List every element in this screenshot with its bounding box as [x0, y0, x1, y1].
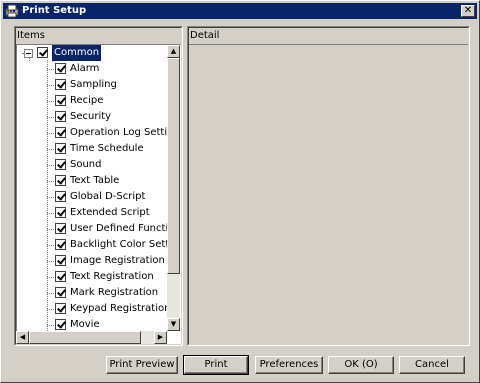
scroll-right-button[interactable]: ▶ [154, 331, 167, 344]
tree-item[interactable]: Global D-Script [17, 189, 167, 205]
tree-item-label: Sampling [70, 79, 117, 90]
print-setup-dialog: Print Setup ✕ Items Common Alarm Sampling… [0, 0, 480, 383]
tree-item[interactable]: User Defined Functions [17, 221, 180, 237]
preferences-button[interactable]: Preferences [255, 356, 323, 374]
item-checkbox[interactable] [55, 159, 66, 170]
item-checkbox[interactable] [55, 79, 66, 90]
tree-connector-item [47, 85, 54, 86]
tree-connector-item [47, 277, 54, 278]
tree-item[interactable]: Operation Log Settings [17, 125, 180, 141]
tree-item[interactable]: Sound [17, 157, 167, 173]
tree-item[interactable]: Extended Script [17, 205, 167, 221]
tree-item-label: Text Registration [70, 271, 154, 282]
tree-connector-item [47, 117, 54, 118]
scroll-thumb-vertical[interactable] [167, 58, 180, 274]
tree-connector-item [47, 325, 54, 326]
item-checkbox[interactable] [55, 95, 66, 106]
item-checkbox[interactable] [55, 223, 66, 234]
scroll-down-button[interactable]: ▼ [167, 318, 180, 331]
tree-item-label: Keypad Registration [70, 303, 171, 314]
tree-connector-item [47, 229, 54, 230]
arrow-up-icon: ▲ [170, 47, 177, 55]
tree-connector-item [47, 197, 54, 198]
items-panel-header: Items [17, 30, 45, 41]
tree-item[interactable]: Backlight Color Settings [17, 237, 180, 253]
tree-item-label: Alarm [70, 63, 100, 74]
tree-connector-item [47, 69, 54, 70]
tree-item[interactable]: Sampling [17, 77, 167, 93]
tree-item[interactable]: Text Table [17, 173, 167, 189]
item-checkbox[interactable] [55, 303, 66, 314]
tree-connector-item [47, 149, 54, 150]
collapse-icon[interactable] [24, 49, 33, 58]
tree-item[interactable]: Recipe [17, 93, 167, 109]
tree-connector-item [47, 133, 54, 134]
item-checkbox[interactable] [55, 271, 66, 282]
items-panel: Items Common Alarm Sampling Recipe Security… [14, 26, 183, 346]
tree-item-label: Mark Registration [70, 287, 159, 298]
tree-connector-item [47, 213, 54, 214]
checkbox-common[interactable] [37, 47, 48, 58]
tree-item[interactable]: Security [17, 109, 167, 125]
tree-item-label: User Defined Functions [70, 223, 181, 234]
item-checkbox[interactable] [55, 143, 66, 154]
tree-connector-item [47, 101, 54, 102]
item-checkbox[interactable] [55, 255, 66, 266]
item-checkbox[interactable] [55, 287, 66, 298]
tree-connector-item [47, 245, 54, 246]
items-tree[interactable]: Common Alarm Sampling Recipe Security Operat… [16, 44, 181, 344]
close-button[interactable]: ✕ [461, 5, 475, 17]
title-bar[interactable]: Print Setup ✕ [3, 3, 477, 19]
tree-item-label: Global D-Script [70, 191, 146, 202]
item-checkbox[interactable] [55, 63, 66, 74]
tree-item-label: Extended Script [70, 207, 150, 218]
detail-panel-header: Detail [190, 30, 220, 41]
print-preview-button[interactable]: Print Preview [106, 356, 178, 374]
item-checkbox[interactable] [55, 111, 66, 122]
tree-item-label: Text Table [70, 175, 120, 186]
tree-item-label: Sound [70, 159, 102, 170]
tree-item-label: Operation Log Settings [70, 127, 181, 138]
tree-item[interactable]: Keypad Registration [17, 301, 171, 317]
item-checkbox[interactable] [55, 191, 66, 202]
tree-connector-item [47, 261, 54, 262]
tree-item-label: Image Registration [70, 255, 165, 266]
scroll-up-button[interactable]: ▲ [167, 45, 180, 58]
close-icon: ✕ [463, 5, 473, 16]
ok-button[interactable]: OK (O) [328, 356, 394, 374]
tree-connector-item [47, 309, 54, 310]
item-checkbox[interactable] [55, 127, 66, 138]
tree-item[interactable]: Time Schedule [17, 141, 167, 157]
tree-item[interactable]: Text Registration [17, 269, 167, 285]
item-checkbox[interactable] [55, 207, 66, 218]
scroll-left-button[interactable]: ◀ [16, 331, 29, 344]
tree-item[interactable]: Alarm [17, 61, 167, 77]
tree-item[interactable]: Image Registration [17, 253, 167, 269]
tree-connector-item [47, 181, 54, 182]
cancel-button[interactable]: Cancel [399, 356, 465, 374]
arrow-left-icon: ◀ [19, 333, 26, 341]
tree-item-label: Recipe [70, 95, 104, 106]
item-checkbox[interactable] [55, 175, 66, 186]
arrow-down-icon: ▼ [170, 320, 177, 328]
tree-vertical-scrollbar[interactable]: ▲ ▼ [167, 45, 180, 331]
detail-panel: Detail [187, 26, 470, 346]
tree-item-label: Backlight Color Settings [70, 239, 181, 250]
tree-horizontal-scrollbar[interactable]: ◀ ▶ [16, 331, 167, 344]
tree-item-label: Time Schedule [70, 143, 144, 154]
item-checkbox[interactable] [55, 239, 66, 250]
tree-connector-item [47, 165, 54, 166]
scroll-thumb-horizontal[interactable] [29, 331, 141, 344]
item-checkbox[interactable] [55, 319, 66, 330]
tree-item-label: Security [70, 111, 112, 122]
arrow-right-icon: ▶ [157, 333, 164, 341]
tree-item[interactable]: Mark Registration [17, 285, 167, 301]
tree-connector-item [47, 293, 54, 294]
detail-content-area [189, 44, 468, 344]
app-print-icon [5, 4, 19, 18]
window-title: Print Setup [22, 5, 87, 16]
tree-root-common[interactable]: Common [17, 45, 167, 62]
tree-label-common: Common [50, 45, 103, 62]
print-button[interactable]: Print [183, 355, 249, 375]
